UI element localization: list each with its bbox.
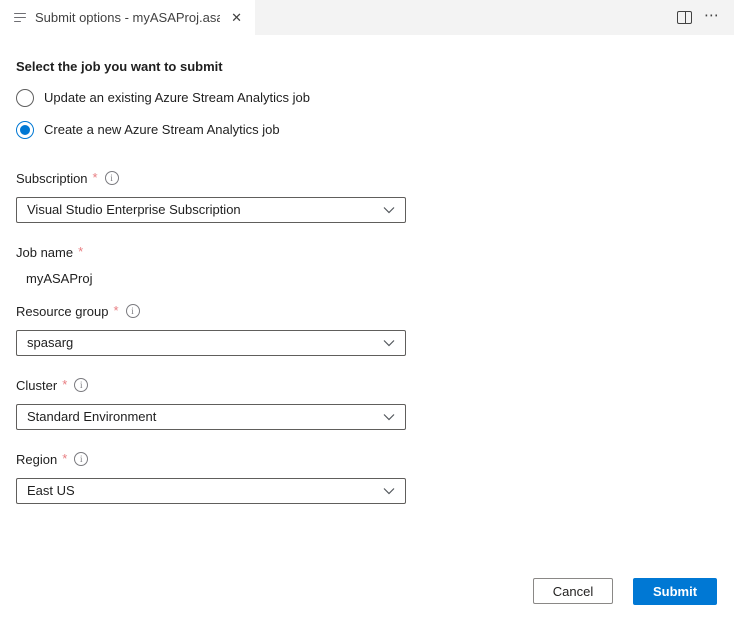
field-job-name: Job name * myASAProj — [16, 244, 718, 287]
submit-options-form: Select the job you want to submit Update… — [0, 35, 734, 504]
submit-button[interactable]: Submit — [633, 578, 717, 605]
chevron-down-icon — [383, 413, 395, 421]
editor-actions: ⋯ — [677, 0, 734, 35]
radio-label: Create a new Azure Stream Analytics job — [44, 122, 280, 138]
region-dropdown[interactable]: East US — [16, 478, 406, 504]
radio-option-create-new-job[interactable]: Create a new Azure Stream Analytics job — [16, 120, 718, 140]
info-icon — [126, 304, 140, 318]
dropdown-value: spasarg — [27, 335, 73, 351]
job-name-value: myASAProj — [26, 271, 718, 287]
dropdown-value: Standard Environment — [27, 409, 156, 425]
field-subscription: Subscription * Visual Studio Enterprise … — [16, 170, 718, 223]
radio-label: Update an existing Azure Stream Analytic… — [44, 90, 310, 106]
more-actions-icon[interactable]: ⋯ — [704, 8, 720, 27]
required-asterisk: * — [93, 170, 98, 186]
chevron-down-icon — [383, 487, 395, 495]
field-region: Region * East US — [16, 451, 718, 504]
field-cluster: Cluster * Standard Environment — [16, 377, 718, 430]
cluster-dropdown[interactable]: Standard Environment — [16, 404, 406, 430]
subscription-dropdown[interactable]: Visual Studio Enterprise Subscription — [16, 197, 406, 223]
submit-options-file-icon — [14, 13, 27, 23]
editor-tab-bar: Submit options - myASAProj.asaql ✕ ⋯ — [0, 0, 734, 35]
required-asterisk: * — [78, 244, 83, 260]
radio-unselected-icon[interactable] — [16, 89, 34, 107]
resource-group-dropdown[interactable]: spasarg — [16, 330, 406, 356]
dropdown-value: Visual Studio Enterprise Subscription — [27, 202, 241, 218]
required-asterisk: * — [62, 451, 67, 467]
field-resource-group: Resource group * spasarg — [16, 303, 718, 356]
field-label: Cluster — [16, 378, 57, 393]
radio-selected-icon[interactable] — [16, 121, 34, 139]
required-asterisk: * — [62, 377, 67, 393]
chevron-down-icon — [383, 206, 395, 214]
info-icon — [74, 378, 88, 392]
tab-submit-options[interactable]: Submit options - myASAProj.asaql ✕ — [0, 0, 255, 35]
info-icon — [74, 452, 88, 466]
cancel-button[interactable]: Cancel — [533, 578, 613, 604]
field-label: Job name — [16, 245, 73, 260]
field-label: Region — [16, 452, 57, 467]
form-title: Select the job you want to submit — [16, 59, 718, 74]
tab-title: Submit options - myASAProj.asaql — [35, 10, 220, 25]
dropdown-value: East US — [27, 483, 75, 499]
radio-option-update-existing-job[interactable]: Update an existing Azure Stream Analytic… — [16, 88, 718, 108]
info-icon — [105, 171, 119, 185]
required-asterisk: * — [114, 303, 119, 319]
field-label: Resource group — [16, 304, 109, 319]
form-footer: Cancel Submit — [533, 578, 717, 605]
close-icon[interactable]: ✕ — [228, 9, 245, 27]
split-editor-icon[interactable] — [677, 11, 692, 24]
chevron-down-icon — [383, 339, 395, 347]
field-label: Subscription — [16, 171, 88, 186]
